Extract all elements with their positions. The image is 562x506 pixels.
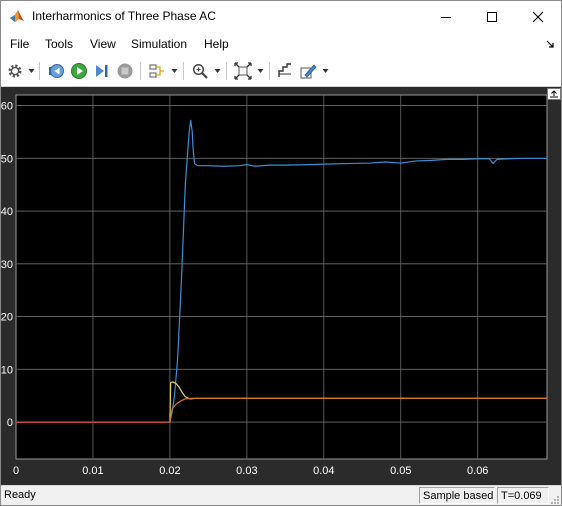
toolbar-separator (226, 62, 227, 80)
autoscale-button[interactable] (232, 60, 254, 82)
title-bar[interactable]: Interharmonics of Three Phase AC (1, 1, 561, 32)
stop-icon (117, 63, 133, 79)
settings-dropdown-icon[interactable] (28, 68, 35, 74)
line-chart[interactable]: 0 0.01 0.02 0.03 0.04 0.05 0.06 0 10 20 30 40 50 60 (1, 87, 561, 485)
signal-dropdown-icon[interactable] (171, 68, 178, 74)
stop-button[interactable] (114, 60, 136, 82)
dock-arrow-icon[interactable] (545, 39, 555, 49)
x-tick-label: 0 (13, 465, 19, 477)
x-tick-label: 0.01 (82, 465, 103, 477)
resize-grip-icon[interactable] (550, 495, 560, 505)
autoscale-dropdown-icon[interactable] (257, 68, 264, 74)
status-ready: Ready (4, 489, 36, 501)
cursor-measurement-button[interactable] (274, 60, 296, 82)
undock-icon (550, 90, 558, 98)
toolbar-separator (269, 62, 270, 80)
close-icon (532, 11, 544, 22)
x-tick-label: 0.06 (467, 465, 488, 477)
settings-button[interactable] (4, 60, 26, 82)
status-bar: Ready Sample based T=0.069 (1, 485, 561, 505)
x-tick-label: 0.02 (159, 465, 180, 477)
sample-mode-indicator: Sample based (419, 487, 495, 504)
zoom-button[interactable] (189, 60, 211, 82)
run-icon (71, 63, 87, 79)
y-tick-label: 10 (1, 364, 13, 376)
y-tick-label: 20 (1, 312, 13, 324)
x-tick-label: 0.05 (390, 465, 411, 477)
run-button[interactable] (68, 60, 90, 82)
menu-simulation[interactable]: Simulation (131, 37, 187, 51)
scope-window: Interharmonics of Three Phase AC File To… (0, 0, 562, 506)
zoom-icon (192, 63, 208, 79)
maximize-icon (487, 11, 497, 22)
window-title: Interharmonics of Three Phase AC (32, 9, 216, 23)
y-tick-label: 60 (1, 101, 13, 113)
cursor-icon (278, 63, 291, 77)
toolbar-separator (183, 62, 184, 80)
step-back-icon (49, 64, 64, 78)
close-button[interactable] (515, 1, 561, 32)
x-tick-label: 0.04 (313, 465, 334, 477)
gear-icon (8, 64, 22, 78)
y-tick-label: 0 (7, 417, 13, 429)
step-forward-button[interactable] (91, 60, 113, 82)
toolbar (1, 56, 561, 87)
style-dropdown-icon[interactable] (322, 68, 329, 74)
scope-display[interactable]: 0 0.01 0.02 0.03 0.04 0.05 0.06 0 10 20 30 40 50 60 (1, 87, 561, 485)
minimize-icon (441, 16, 451, 18)
signal-select-icon (149, 64, 164, 78)
x-tick-label: 0.03 (236, 465, 257, 477)
menu-view[interactable]: View (90, 37, 116, 51)
menu-file[interactable]: File (10, 37, 29, 51)
menu-tools[interactable]: Tools (45, 37, 73, 51)
menu-help[interactable]: Help (204, 37, 229, 51)
matlab-icon (10, 10, 24, 22)
toolbar-separator (140, 62, 141, 80)
step-back-button[interactable] (45, 60, 67, 82)
step-forward-icon (96, 65, 108, 77)
sim-time-indicator: T=0.069 (497, 487, 549, 504)
menu-bar: File Tools View Simulation Help (1, 32, 561, 56)
zoom-dropdown-icon[interactable] (214, 68, 221, 74)
signal-select-button[interactable] (146, 60, 168, 82)
y-tick-label: 50 (1, 153, 13, 165)
autoscale-icon (234, 62, 252, 80)
style-icon (300, 64, 317, 79)
undock-button[interactable] (547, 88, 561, 100)
plot-background (15, 94, 548, 460)
toolbar-separator (39, 62, 40, 80)
y-tick-label: 40 (1, 206, 13, 218)
minimize-button[interactable] (423, 1, 469, 32)
y-tick-label: 30 (1, 259, 13, 271)
maximize-button[interactable] (469, 1, 515, 32)
style-button[interactable] (297, 60, 319, 82)
